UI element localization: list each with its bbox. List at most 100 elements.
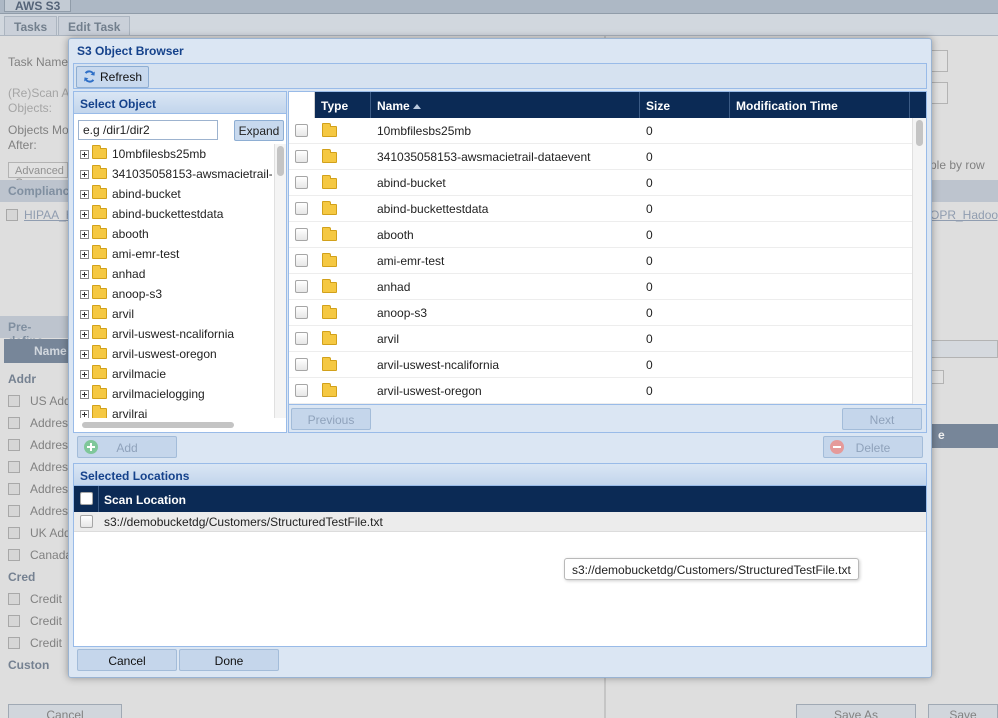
tree-item[interactable]: anhad <box>76 264 272 284</box>
dialog-title[interactable]: S3 Object Browser <box>69 39 931 61</box>
done-button[interactable]: Done <box>179 649 279 671</box>
selected-location-path: s3://demobucketdg/Customers/StructuredTe… <box>104 515 383 529</box>
expand-node-icon[interactable] <box>80 290 89 299</box>
selected-location-checkbox[interactable] <box>80 515 93 528</box>
object-size: 0 <box>646 384 653 398</box>
object-row[interactable]: abind-bucket 0 <box>289 170 913 196</box>
refresh-button[interactable]: Refresh <box>76 66 150 88</box>
tree-item[interactable]: arvilmacielogging <box>76 384 272 404</box>
tree-item[interactable]: 341035058153-awsmacietrail-dataevent <box>76 164 272 184</box>
object-row[interactable]: 10mbfilesbs25mb 0 <box>289 118 913 144</box>
folder-icon <box>322 331 337 345</box>
tree-item-label: arvil-uswest-oregon <box>112 347 217 361</box>
expand-node-icon[interactable] <box>80 210 89 219</box>
expand-node-icon[interactable] <box>80 190 89 199</box>
object-name: arvil <box>377 332 400 346</box>
tree-item[interactable]: anoop-s3 <box>76 284 272 304</box>
refresh-label: Refresh <box>100 70 143 84</box>
tree-item-label: anhad <box>112 267 146 281</box>
object-row[interactable]: arvil-uswest-ncalifornia 0 <box>289 352 913 378</box>
folder-icon <box>322 383 337 397</box>
tree-item-label: arvil <box>112 307 135 321</box>
tree-item[interactable]: arvil-uswest-oregon <box>76 344 272 364</box>
tree-item[interactable]: 10mbfilesbs25mb <box>76 144 272 164</box>
add-button[interactable]: Add <box>77 436 177 458</box>
expand-node-icon[interactable] <box>80 330 89 339</box>
object-size: 0 <box>646 150 653 164</box>
tree-item[interactable]: arvil-uswest-ncalifornia <box>76 324 272 344</box>
tree-item-label: abind-buckettestdata <box>112 207 224 221</box>
row-checkbox[interactable] <box>295 176 308 189</box>
folder-icon <box>92 385 107 399</box>
folder-icon <box>322 305 337 319</box>
object-row[interactable]: ami-emr-test 0 <box>289 248 913 274</box>
tree-item[interactable]: ami-emr-test <box>76 244 272 264</box>
scan-location-column-header[interactable]: Scan Location <box>104 493 186 507</box>
object-row[interactable]: abind-buckettestdata 0 <box>289 196 913 222</box>
expand-node-icon[interactable] <box>80 230 89 239</box>
row-checkbox[interactable] <box>295 332 308 345</box>
tree-item[interactable]: abooth <box>76 224 272 244</box>
object-row[interactable]: arvil-uswest-oregon 0 <box>289 378 913 404</box>
tree-vertical-scrollbar[interactable] <box>274 144 286 418</box>
path-input[interactable] <box>78 120 218 140</box>
row-checkbox[interactable] <box>295 150 308 163</box>
object-row[interactable]: abooth 0 <box>289 222 913 248</box>
tree-item[interactable]: arvil <box>76 304 272 324</box>
add-icon <box>84 440 98 454</box>
tree-item[interactable]: arvilmacie <box>76 364 272 384</box>
object-row[interactable]: arvil 0 <box>289 326 913 352</box>
object-row[interactable]: anoop-s3 0 <box>289 300 913 326</box>
cancel-button[interactable]: Cancel <box>77 649 177 671</box>
tree-item[interactable]: abind-bucket <box>76 184 272 204</box>
expand-node-icon[interactable] <box>80 250 89 259</box>
expand-node-icon[interactable] <box>80 170 89 179</box>
object-size: 0 <box>646 176 653 190</box>
object-name: abind-bucket <box>377 176 446 190</box>
object-row[interactable]: 341035058153-awsmacietrail-dataevent 0 <box>289 144 913 170</box>
row-checkbox[interactable] <box>295 228 308 241</box>
folder-icon <box>92 205 107 219</box>
object-name: 341035058153-awsmacietrail-dataevent <box>377 150 591 164</box>
object-row[interactable]: anhad 0 <box>289 274 913 300</box>
row-checkbox[interactable] <box>295 358 308 371</box>
delete-button[interactable]: Delete <box>823 436 923 458</box>
expand-node-icon[interactable] <box>80 270 89 279</box>
expand-button[interactable]: Expand <box>234 120 284 141</box>
expand-node-icon[interactable] <box>80 390 89 399</box>
folder-icon <box>322 279 337 293</box>
expand-node-icon[interactable] <box>80 350 89 359</box>
object-size: 0 <box>646 254 653 268</box>
previous-button[interactable]: Previous <box>291 408 371 430</box>
row-checkbox[interactable] <box>295 306 308 319</box>
folder-icon <box>322 149 337 163</box>
expand-node-icon[interactable] <box>80 310 89 319</box>
folder-icon <box>92 145 107 159</box>
next-button[interactable]: Next <box>842 408 922 430</box>
type-column-header[interactable]: Type <box>315 92 371 118</box>
object-size: 0 <box>646 306 653 320</box>
row-checkbox[interactable] <box>295 202 308 215</box>
row-checkbox[interactable] <box>295 280 308 293</box>
tree-item[interactable]: arvilrai <box>76 404 272 418</box>
expand-node-icon[interactable] <box>80 370 89 379</box>
size-column-header[interactable]: Size <box>640 92 730 118</box>
expand-node-icon[interactable] <box>80 150 89 159</box>
expand-node-icon[interactable] <box>80 410 89 418</box>
object-size: 0 <box>646 280 653 294</box>
modification-time-column-header[interactable]: Modification Time <box>730 92 910 118</box>
tree-horizontal-scrollbar[interactable] <box>76 420 272 430</box>
row-checkbox[interactable] <box>295 254 308 267</box>
grid-vertical-scrollbar[interactable] <box>912 118 926 404</box>
folder-icon <box>92 365 107 379</box>
row-checkbox[interactable] <box>295 124 308 137</box>
select-object-title: Select Object <box>74 92 286 114</box>
name-column-header[interactable]: Name <box>371 92 640 118</box>
tree-item-label: arvil-uswest-ncalifornia <box>112 327 235 341</box>
tree-item[interactable]: abind-buckettestdata <box>76 204 272 224</box>
tree-item-label: arvilmacie <box>112 367 167 381</box>
selected-location-row[interactable]: s3://demobucketdg/Customers/StructuredTe… <box>74 512 926 532</box>
row-checkbox[interactable] <box>295 384 308 397</box>
select-all-locations-checkbox[interactable] <box>80 492 93 505</box>
folder-icon <box>322 253 337 267</box>
